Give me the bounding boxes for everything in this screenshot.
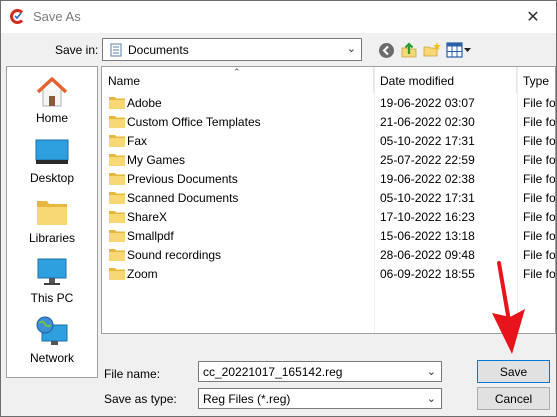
home-icon bbox=[36, 77, 68, 107]
file-date: 05-10-2022 17:31 bbox=[380, 134, 475, 148]
ccleaner-app-icon bbox=[9, 8, 26, 25]
this-pc-icon bbox=[37, 258, 67, 285]
view-menu-icon bbox=[446, 42, 471, 58]
title-bar[interactable]: Save As ✕ bbox=[1, 1, 556, 33]
save-in-value: Documents bbox=[128, 43, 189, 57]
sort-ascending-icon: ⌃ bbox=[233, 67, 241, 77]
places-bar: Home Desktop Libraries This PC Network bbox=[6, 66, 98, 378]
folder-icon bbox=[109, 116, 125, 128]
file-name: Scanned Documents bbox=[127, 191, 239, 205]
desktop-icon bbox=[35, 139, 69, 164]
file-date: 19-06-2022 02:38 bbox=[380, 172, 475, 186]
file-name: Previous Documents bbox=[127, 172, 238, 186]
file-date: 19-06-2022 03:07 bbox=[380, 96, 475, 110]
file-type: File fo bbox=[523, 191, 556, 205]
file-name: Adobe bbox=[127, 96, 162, 110]
file-name: My Games bbox=[127, 153, 186, 167]
file-row[interactable]: Scanned Documents 05-10-2022 17:31 File fo bbox=[102, 188, 556, 207]
view-menu-button[interactable] bbox=[445, 39, 473, 61]
save-in-label: Save in: bbox=[55, 43, 99, 57]
new-folder-button[interactable] bbox=[421, 39, 443, 61]
new-folder-icon bbox=[423, 42, 441, 57]
file-row[interactable]: My Games 25-07-2022 22:59 File fo bbox=[102, 150, 556, 169]
save-in-dropdown[interactable]: Documents ⌄ bbox=[102, 38, 362, 61]
place-label: This PC bbox=[30, 291, 74, 305]
place-home[interactable]: Home bbox=[7, 71, 97, 129]
file-type: File fo bbox=[523, 229, 556, 243]
file-name-input[interactable] bbox=[199, 362, 419, 381]
place-network[interactable]: Network bbox=[7, 311, 97, 369]
file-date: 28-06-2022 09:48 bbox=[380, 248, 475, 262]
folder-icon bbox=[109, 211, 125, 223]
file-name: Sound recordings bbox=[127, 248, 222, 262]
up-folder-button[interactable] bbox=[398, 39, 420, 61]
folder-icon bbox=[109, 97, 125, 109]
file-row[interactable]: Fax 05-10-2022 17:31 File fo bbox=[102, 131, 556, 150]
folder-icon bbox=[109, 173, 125, 185]
save-as-dialog: Save As ✕ Save in: Documents ⌄ Home Desk… bbox=[0, 0, 557, 417]
file-date: 06-09-2022 18:55 bbox=[380, 267, 475, 281]
file-type: File fo bbox=[523, 153, 556, 167]
column-header-date[interactable]: Date modified bbox=[374, 67, 517, 93]
save-as-type-value: Reg Files (*.reg) bbox=[203, 392, 291, 406]
file-row[interactable]: Smallpdf 15-06-2022 13:18 File fo bbox=[102, 226, 556, 245]
file-type: File fo bbox=[523, 172, 556, 186]
file-type: File fo bbox=[523, 134, 556, 148]
folder-icon bbox=[109, 249, 125, 261]
file-name: Fax bbox=[127, 134, 148, 148]
file-type: File fo bbox=[523, 210, 556, 224]
file-row[interactable]: Previous Documents 19-06-2022 02:38 File f… bbox=[102, 169, 556, 188]
save-as-type-label: Save as type: bbox=[104, 392, 177, 406]
red-arrow-annotation bbox=[492, 261, 525, 354]
cancel-button[interactable]: Cancel bbox=[477, 387, 550, 410]
window-title: Save As bbox=[33, 9, 81, 24]
save-as-type-dropdown[interactable]: Reg Files (*.reg) ⌄ bbox=[198, 388, 442, 409]
file-row[interactable]: Custom Office Templates 21-06-2022 02:30 F… bbox=[102, 112, 556, 131]
save-button[interactable]: Save bbox=[477, 360, 550, 383]
chevron-down-icon: ⌄ bbox=[346, 43, 356, 55]
file-name: Zoom bbox=[127, 267, 158, 281]
file-type: File fo bbox=[523, 96, 556, 110]
file-name: ShareX bbox=[127, 210, 168, 224]
column-header-type[interactable]: Type bbox=[517, 67, 555, 93]
folder-icon bbox=[109, 135, 125, 147]
place-desktop[interactable]: Desktop bbox=[7, 131, 97, 189]
file-type: File fo bbox=[523, 115, 556, 129]
chevron-down-icon: ⌄ bbox=[426, 393, 436, 405]
place-libraries[interactable]: Libraries bbox=[7, 191, 97, 249]
file-row[interactable]: Adobe 19-06-2022 03:07 File fo bbox=[102, 93, 556, 112]
chevron-down-icon[interactable]: ⌄ bbox=[427, 365, 436, 378]
file-date: 05-10-2022 17:31 bbox=[380, 191, 475, 205]
file-date: 25-07-2022 22:59 bbox=[380, 153, 475, 167]
file-name-combo[interactable]: ⌄ bbox=[198, 361, 442, 382]
file-date: 17-10-2022 16:23 bbox=[380, 210, 475, 224]
file-date: 15-06-2022 13:18 bbox=[380, 229, 475, 243]
folder-icon bbox=[109, 154, 125, 166]
file-row[interactable]: ShareX 17-10-2022 16:23 File fo bbox=[102, 207, 556, 226]
folder-icon bbox=[109, 230, 125, 242]
close-button[interactable]: ✕ bbox=[510, 1, 556, 33]
file-date: 21-06-2022 02:30 bbox=[380, 115, 475, 129]
place-label: Network bbox=[29, 351, 74, 365]
back-button[interactable] bbox=[375, 39, 397, 61]
network-icon bbox=[36, 316, 68, 345]
close-icon: ✕ bbox=[526, 9, 540, 26]
file-name: Smallpdf bbox=[127, 229, 174, 243]
documents-icon bbox=[110, 43, 122, 57]
folder-icon bbox=[109, 192, 125, 204]
folder-icon bbox=[109, 268, 125, 280]
back-icon bbox=[378, 42, 394, 58]
libraries-icon bbox=[37, 201, 67, 225]
place-label: Desktop bbox=[29, 171, 75, 185]
file-name: Custom Office Templates bbox=[127, 115, 261, 129]
file-name-label: File name: bbox=[104, 367, 161, 381]
up-folder-icon bbox=[401, 42, 417, 58]
place-label: Libraries bbox=[28, 231, 76, 245]
place-this-pc[interactable]: This PC bbox=[7, 251, 97, 309]
place-label: Home bbox=[35, 111, 68, 125]
